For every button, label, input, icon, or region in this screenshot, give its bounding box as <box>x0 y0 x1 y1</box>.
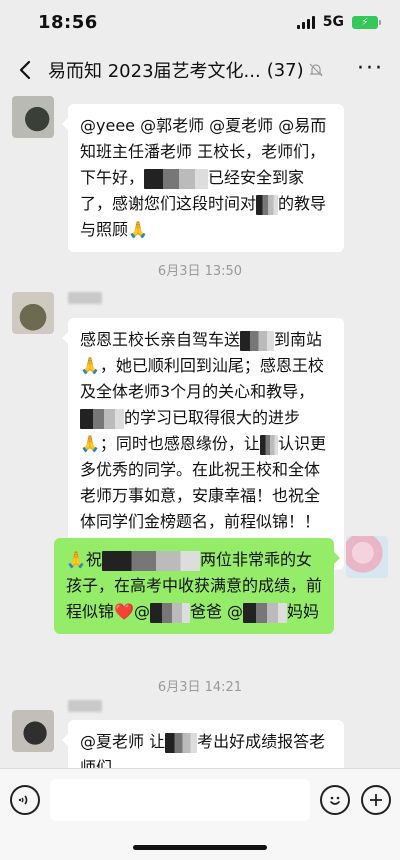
message-text: @夏老师 让 <box>80 732 166 751</box>
message-bubble[interactable]: @yeee @郭老师 @夏老师 @易而知班主任潘老师 王校长，老师们，下午好，已… <box>62 104 344 252</box>
redacted-name <box>144 168 209 189</box>
signal-icon <box>296 15 315 29</box>
pray-icon: 🙏 <box>80 434 100 453</box>
status-bar: 18:56 5G ⚡ <box>0 0 400 44</box>
avatar[interactable] <box>12 96 54 138</box>
message-text: 感恩王校长亲自驾车送 <box>80 330 241 349</box>
timestamp: 6月3日 14:21 <box>157 680 243 695</box>
message-text: ，她已顺利回到汕尾；感恩王校及全体老师3个月的关心和教导， <box>80 356 324 401</box>
redacted-name <box>101 550 200 571</box>
redacted-name <box>149 602 190 623</box>
redacted-name <box>256 194 279 215</box>
redacted-name <box>259 434 278 455</box>
network-label: 5G <box>322 14 344 30</box>
message-text: 爸爸 @ <box>189 602 244 621</box>
redacted-name <box>243 602 288 623</box>
chevron-left-icon[interactable] <box>14 59 36 81</box>
message-bubble-sent[interactable]: 🙏祝 两位非常乖的女孩子，在高考中收获满意的成绩，前程似锦❤️@ 爸爸 @ 妈妈 <box>54 538 340 634</box>
battery-icon: ⚡ <box>352 15 381 29</box>
message-input[interactable] <box>50 779 310 821</box>
chat-header: 易而知 2023届艺考文化... (37) ··· <box>0 44 400 96</box>
sender-name <box>68 292 102 304</box>
message-bubble[interactable]: 感恩王校长亲自驾车送 到南站🙏，她已顺利回到汕尾；感恩王校及全体老师3个月的关心和… <box>62 318 344 570</box>
sender-name <box>68 700 102 712</box>
member-count: (37) <box>266 59 304 81</box>
message-bubble[interactable]: @夏老师 让考出好成绩报答老师们。 <box>62 720 344 768</box>
avatar[interactable] <box>12 292 54 334</box>
emoji-icon[interactable] <box>320 785 350 815</box>
bell-off-icon <box>309 63 323 77</box>
redacted-name <box>165 732 198 753</box>
pray-icon: 🙏 <box>66 550 86 569</box>
more-icon[interactable]: ··· <box>357 58 384 80</box>
timestamp: 6月3日 13:50 <box>157 264 243 279</box>
battery-charging-icon: ⚡ <box>361 16 369 28</box>
message-text: 祝 <box>85 550 102 569</box>
redacted-name <box>80 408 124 429</box>
redacted-name <box>240 330 275 351</box>
home-indicator <box>133 845 267 850</box>
avatar-self[interactable] <box>346 536 388 578</box>
status-time: 18:56 <box>38 11 98 33</box>
message-text: 到南站 <box>274 330 323 349</box>
pray-icon: 🙏 <box>80 356 100 375</box>
plus-icon[interactable] <box>361 785 391 815</box>
avatar[interactable] <box>12 710 54 752</box>
input-bar <box>0 768 400 860</box>
message-text: ；同时也感恩缘份，让 <box>99 434 260 453</box>
voice-icon[interactable] <box>10 785 40 815</box>
heart-icon: ❤️ <box>114 602 134 621</box>
message-text: @ <box>133 602 150 621</box>
message-text: 的学习已取得很大的进步 <box>124 408 301 427</box>
chat-title[interactable]: 易而知 2023届艺考文化... <box>48 57 261 83</box>
pray-icon: 🙏 <box>128 220 148 239</box>
message-text: 妈妈 <box>287 602 320 621</box>
status-indicators: 5G ⚡ <box>296 14 381 30</box>
message-list[interactable]: @yeee @郭老师 @夏老师 @易而知班主任潘老师 王校长，老师们，下午好，已… <box>0 96 400 768</box>
